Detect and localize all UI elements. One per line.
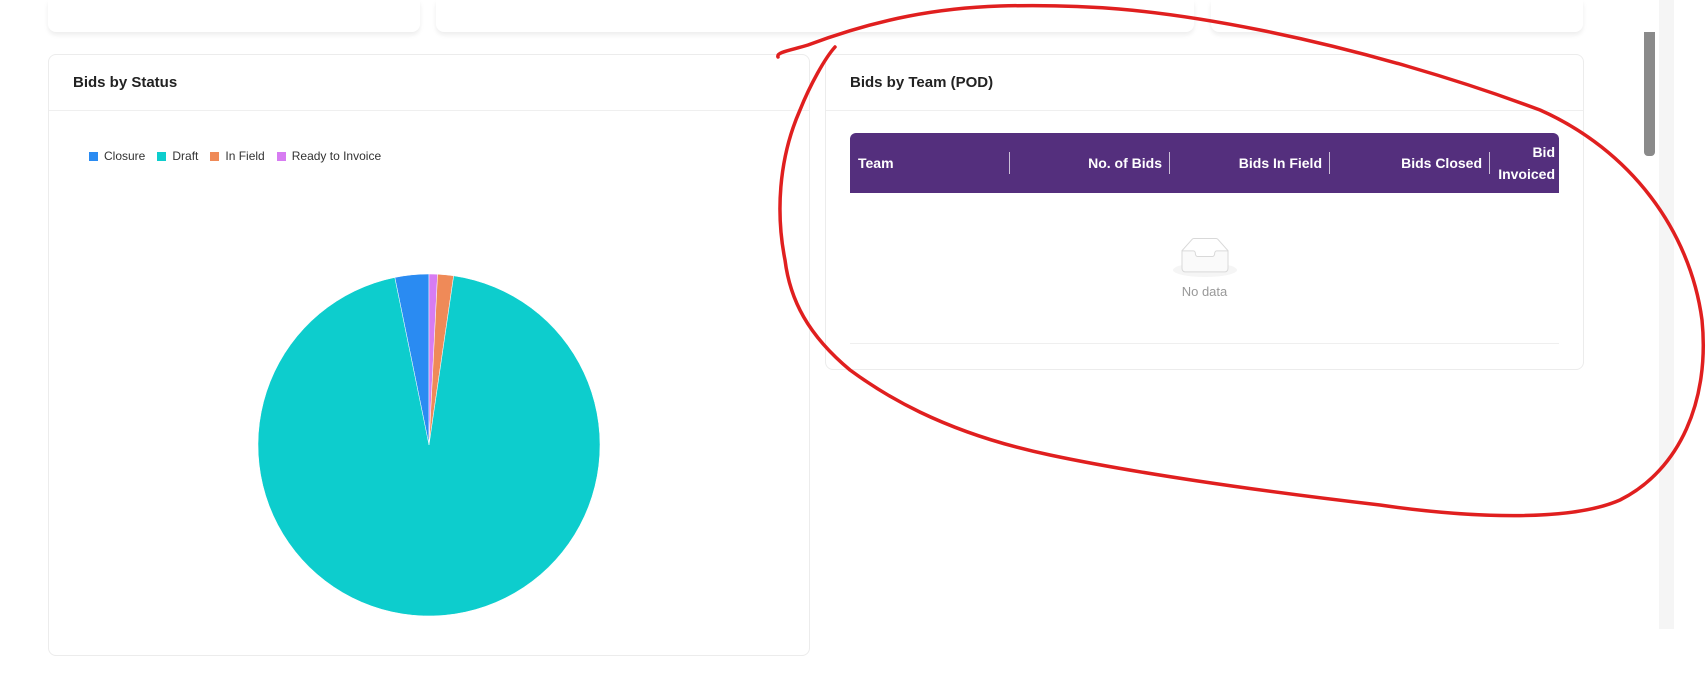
bids-by-status-card: Bids by Status Closure Draft In Field Re… [48,54,810,656]
column-header-bid-invoiced[interactable]: Bid Invoiced [1490,133,1559,193]
summary-card-3 [1211,0,1583,32]
column-header-bids-in-field[interactable]: Bids In Field [1170,133,1330,193]
bids-by-team-title: Bids by Team (POD) [826,55,1583,111]
empty-state-text: No data [1181,284,1228,299]
summary-card-2 [436,0,1194,32]
summary-card-1 [48,0,420,32]
page-scrollbar-track[interactable] [1659,0,1674,629]
page-scrollbar-thumb[interactable] [1644,32,1655,156]
bids-by-status-title: Bids by Status [49,55,809,111]
column-header-bids-closed[interactable]: Bids Closed [1330,133,1490,193]
bids-by-team-card: Bids by Team (POD) Team No. of Bids Bids… [825,54,1584,370]
empty-state: No data [850,193,1559,344]
empty-inbox-icon [1172,238,1237,277]
bids-status-pie-chart [257,273,601,617]
column-header-team[interactable]: Team [850,133,1010,193]
column-header-no-of-bids[interactable]: No. of Bids [1010,133,1170,193]
table-header: Team No. of Bids Bids In Field Bids Clos… [850,133,1559,193]
bids-by-team-table: Team No. of Bids Bids In Field Bids Clos… [850,133,1559,344]
